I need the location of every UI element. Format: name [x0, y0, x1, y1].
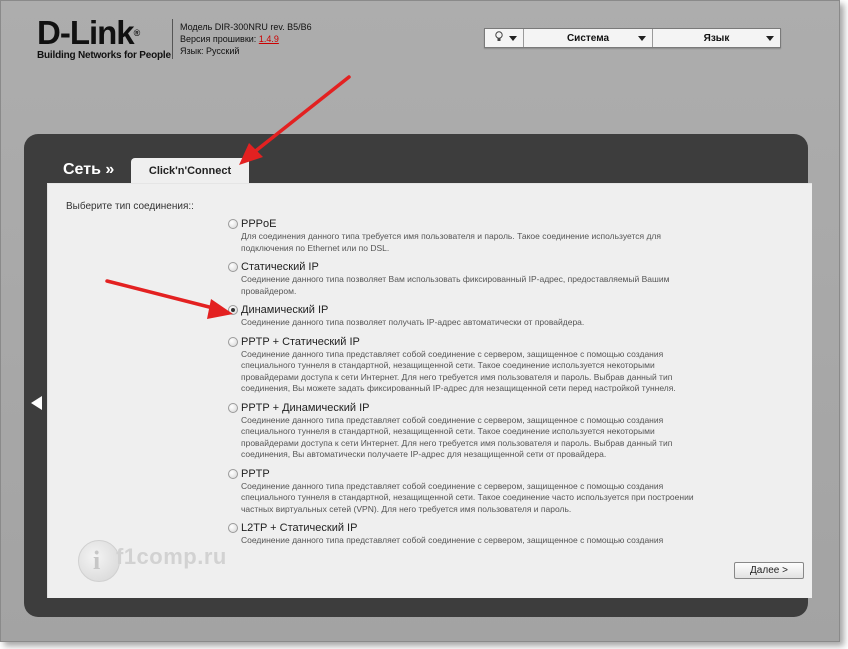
- chevron-down-icon: [638, 36, 646, 41]
- browser-page: D-Link® Building Networks for People Мод…: [0, 0, 840, 642]
- radio-button[interactable]: [228, 402, 238, 413]
- model-line: Модель DIR-300NRU rev. B5/B6: [180, 22, 312, 32]
- chevron-down-icon: [766, 36, 774, 41]
- option-label: Динамический IP: [241, 304, 329, 316]
- option-pptp[interactable]: PPTP Соединение данного типа представляе…: [228, 468, 698, 516]
- radio-button-selected[interactable]: [228, 305, 238, 315]
- radio-button[interactable]: [228, 523, 238, 533]
- option-description: Соединение данного типа представляет соб…: [241, 348, 676, 394]
- option-label: PPPoE: [241, 218, 277, 230]
- top-menu-bar: Система Язык: [484, 28, 781, 48]
- language-line: Язык: Русский: [180, 46, 240, 56]
- device-info: Модель DIR-300NRU rev. B5/B6 Версия прош…: [180, 21, 312, 57]
- option-description: Соединение данного типа представляет соб…: [241, 480, 694, 514]
- radio-button[interactable]: [228, 468, 238, 479]
- logo-registered-mark: ®: [133, 28, 141, 38]
- option-label: PPTP + Динамический IP: [241, 401, 370, 414]
- option-pptp-dynamic-ip[interactable]: PPTP + Динамический IP Соединение данног…: [228, 402, 698, 461]
- dlink-logo: D-Link® Building Networks for People: [37, 14, 171, 61]
- radio-button[interactable]: [228, 219, 238, 229]
- hint-dropdown[interactable]: [485, 29, 524, 47]
- option-description: Соединение данного типа представляет соб…: [241, 414, 673, 460]
- option-pptp-static-ip[interactable]: PPTP + Статический IP Соединение данного…: [228, 336, 698, 395]
- language-menu-label: Язык: [703, 32, 730, 44]
- content-area: Выберите тип соединения:: PPPoE Для соед…: [47, 183, 812, 598]
- option-label: PPTP + Статический IP: [241, 335, 360, 348]
- option-label: Статический IP: [241, 261, 319, 273]
- language-menu[interactable]: Язык: [653, 29, 780, 47]
- connection-type-options: PPPoE Для соединения данного типа требуе…: [228, 218, 698, 554]
- chevron-down-icon: [509, 36, 517, 41]
- option-description: Для соединения данного типа требуется им…: [241, 231, 661, 253]
- radio-button[interactable]: [228, 336, 238, 347]
- watermark-info-icon: [78, 540, 120, 582]
- option-static-ip[interactable]: Статический IP Соединение данного типа п…: [228, 261, 698, 297]
- watermark-text: f1comp.ru: [116, 544, 227, 569]
- logo-text: D-Link: [37, 14, 135, 51]
- option-description: Соединение данного типа представляет соб…: [241, 535, 664, 545]
- back-arrow-icon[interactable]: [31, 396, 42, 410]
- option-description: Соединение данного типа позволяет получа…: [241, 317, 585, 327]
- system-menu[interactable]: Система: [524, 29, 653, 47]
- next-button[interactable]: Далее >: [734, 562, 804, 579]
- logo-tagline: Building Networks for People: [37, 50, 171, 61]
- option-l2tp-static-ip[interactable]: L2TP + Статический IP Соединение данного…: [228, 522, 698, 547]
- tab-click-n-connect[interactable]: Click'n'Connect: [131, 158, 249, 184]
- option-label: L2TP + Статический IP: [241, 522, 358, 534]
- option-dynamic-ip[interactable]: Динамический IP Соединение данного типа …: [228, 304, 698, 329]
- option-label: PPTP: [241, 467, 270, 480]
- firmware-version-link[interactable]: 1.4.9: [259, 34, 279, 44]
- header-divider: [172, 19, 173, 59]
- connection-type-prompt: Выберите тип соединения::: [66, 201, 194, 212]
- breadcrumb[interactable]: Сеть »: [63, 161, 114, 179]
- firmware-label: Версия прошивки:: [180, 34, 257, 44]
- radio-button[interactable]: [228, 262, 238, 272]
- option-pppoe[interactable]: PPPoE Для соединения данного типа требуе…: [228, 218, 698, 254]
- option-description: Соединение данного типа позволяет Вам ис…: [241, 274, 670, 296]
- system-menu-label: Система: [566, 32, 610, 44]
- lightbulb-icon: [495, 31, 503, 46]
